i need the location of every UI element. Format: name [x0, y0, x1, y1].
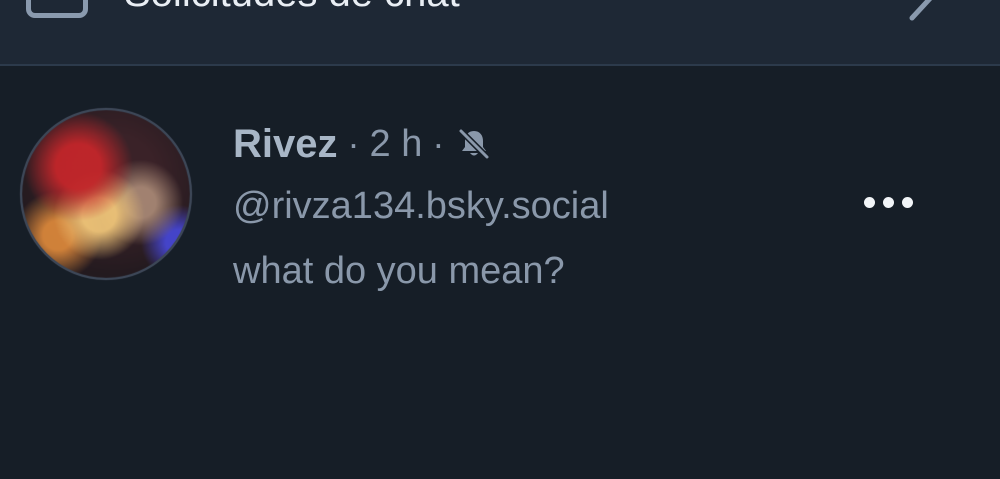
ellipsis-icon-dot [901, 196, 913, 208]
chat-screen: Solicitudes de chat Rivez · 2 h · @rivza… [0, 0, 1000, 479]
contact-handle: @rivza134.bsky.social [233, 185, 609, 227]
separator-dot: · [432, 123, 445, 164]
avatar[interactable] [20, 108, 192, 280]
separator-dot: · [347, 123, 360, 164]
contact-name: Rivez [233, 121, 338, 166]
chat-requests-row[interactable]: Solicitudes de chat [0, 0, 1000, 66]
more-options-button[interactable] [852, 184, 924, 220]
chevron-right-icon [909, 0, 933, 21]
ellipsis-icon-dot [882, 196, 894, 208]
conversation-header: Rivez · 2 h · [233, 118, 492, 170]
last-message-preview: what do you mean? [233, 250, 565, 292]
timestamp: 2 h [369, 122, 423, 165]
ellipsis-icon-dot [863, 196, 875, 208]
bell-slash-icon [458, 128, 491, 160]
inbox-icon [26, 0, 88, 18]
chat-requests-label: Solicitudes de chat [124, 0, 460, 16]
conversation-list-item[interactable]: Rivez · 2 h · @rivza134.bsky.social what… [0, 66, 1000, 479]
